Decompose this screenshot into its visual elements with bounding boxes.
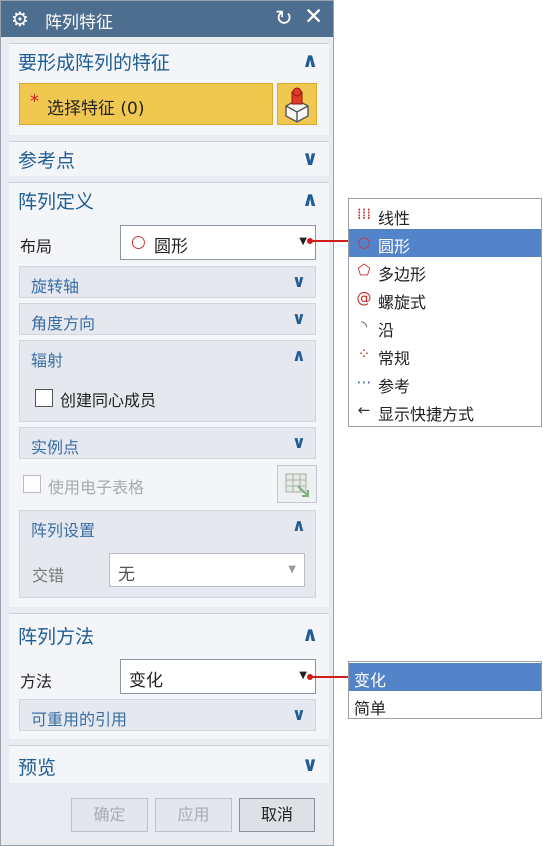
chevron-down-icon[interactable]: ∨ — [292, 705, 306, 725]
select-feature-button[interactable] — [277, 83, 317, 125]
dropdown-arrow-icon: ▼ — [299, 670, 307, 681]
stagger-value: 无 — [118, 565, 135, 585]
close-icon[interactable]: ✕ — [304, 4, 323, 30]
method-dropdown-menu: 变化 简单 — [348, 661, 542, 719]
stagger-label: 交错 — [32, 566, 65, 585]
preview-group — [9, 745, 329, 783]
select-feature-row[interactable]: * 选择特征 (0) — [19, 83, 273, 125]
required-marker: * — [30, 91, 39, 112]
method-leader-line — [310, 676, 350, 678]
dialog-title: 阵列特征 — [45, 13, 113, 33]
instance-points-title[interactable]: 实例点 — [31, 434, 79, 458]
layout-option-reference[interactable]: ⋯ 参考 — [349, 369, 541, 397]
layout-option-show-shortcuts[interactable]: ← 显示快捷方式 — [349, 397, 541, 425]
preview-section-title[interactable]: 预览 — [18, 753, 56, 780]
reference-icon: ⋯ — [356, 373, 372, 391]
method-option-simple[interactable]: 简单 — [349, 691, 541, 719]
chevron-up-icon[interactable]: ∧ — [292, 346, 306, 366]
angle-direction-title[interactable]: 角度方向 — [31, 310, 95, 334]
spreadsheet-checkbox[interactable] — [23, 475, 41, 493]
cancel-button[interactable]: 取消 — [239, 798, 315, 832]
method-option-variational[interactable]: 变化 — [349, 663, 541, 691]
dropdown-arrow-icon: ▼ — [299, 236, 307, 247]
array-settings-title[interactable]: 阵列设置 — [31, 517, 95, 541]
layout-dropdown-menu: ⁞⁞⁞ 线性 ○ 圆形 ⬠ 多边形 @ 螺旋式 ◝ 沿 ⁘ 常规 ⋯ 参考 ← … — [348, 198, 542, 427]
linear-grid-icon: ⁞⁞⁞ — [356, 205, 372, 223]
gear-icon[interactable]: ⚙ — [11, 7, 29, 31]
layout-option-general[interactable]: ⁘ 常规 — [349, 341, 541, 369]
chevron-down-icon[interactable]: ∨ — [302, 752, 318, 776]
layout-option-polygon[interactable]: ⬠ 多边形 — [349, 257, 541, 285]
method-section-title[interactable]: 阵列方法 — [18, 622, 94, 649]
ok-button[interactable]: 确定 — [71, 798, 148, 832]
layout-option-linear[interactable]: ⁞⁞⁞ 线性 — [349, 201, 541, 229]
chevron-up-icon[interactable]: ∧ — [292, 516, 306, 536]
definition-section-title[interactable]: 阵列定义 — [18, 187, 94, 214]
polygon-icon: ⬠ — [357, 261, 371, 279]
layout-leader-line — [310, 240, 350, 242]
concentric-members-checkbox[interactable] — [35, 389, 53, 407]
apply-button[interactable]: 应用 — [155, 798, 232, 832]
radiate-title[interactable]: 辐射 — [31, 347, 63, 371]
chevron-down-icon[interactable]: ∨ — [292, 433, 306, 453]
spreadsheet-icon — [285, 473, 309, 497]
layout-value: 圆形 — [154, 237, 188, 257]
method-dropdown[interactable]: 变化 ▼ — [120, 659, 316, 694]
reusable-refs-title[interactable]: 可重用的引用 — [31, 706, 127, 730]
feature-select-icon — [285, 87, 309, 123]
features-section-title[interactable]: 要形成阵列的特征 — [18, 48, 170, 75]
layout-option-along[interactable]: ◝ 沿 — [349, 313, 541, 341]
concentric-members-label: 创建同心成员 — [60, 391, 157, 410]
spreadsheet-label: 使用电子表格 — [48, 478, 145, 497]
method-leader-dot — [307, 674, 313, 680]
reference-section-title[interactable]: 参考点 — [18, 146, 75, 173]
chevron-up-icon[interactable]: ∧ — [302, 187, 318, 211]
general-icon: ⁘ — [357, 345, 371, 363]
layout-option-circular[interactable]: ○ 圆形 — [349, 229, 541, 257]
method-value: 变化 — [129, 671, 163, 691]
dropdown-arrow-icon: ▼ — [288, 564, 296, 575]
along-curve-icon: ◝ — [361, 317, 367, 335]
circular-icon: ○ — [131, 232, 146, 252]
chevron-up-icon[interactable]: ∧ — [302, 48, 318, 72]
pattern-feature-dialog: ⚙ 阵列特征 ↻ ✕ 要形成阵列的特征 ∧ * 选择特征 (0) 参考点 ∨ 阵… — [0, 0, 334, 846]
method-label: 方法 — [20, 672, 53, 691]
layout-label: 布局 — [20, 237, 53, 256]
chevron-down-icon[interactable]: ∨ — [292, 272, 306, 292]
layout-dropdown[interactable]: ○ 圆形 ▼ — [120, 225, 316, 260]
chevron-up-icon[interactable]: ∧ — [302, 622, 318, 646]
rotation-axis-title[interactable]: 旋转轴 — [31, 273, 79, 297]
layout-option-spiral[interactable]: @ 螺旋式 — [349, 285, 541, 313]
select-feature-label: 选择特征 (0) — [47, 99, 145, 119]
chevron-down-icon[interactable]: ∨ — [292, 309, 306, 329]
reset-icon[interactable]: ↻ — [275, 6, 293, 30]
stagger-dropdown[interactable]: 无 ▼ — [109, 553, 305, 587]
spreadsheet-button[interactable] — [277, 465, 317, 503]
dialog-titlebar: ⚙ 阵列特征 ↻ ✕ — [1, 1, 333, 37]
chevron-down-icon[interactable]: ∨ — [302, 146, 318, 170]
spiral-icon: @ — [356, 289, 372, 307]
layout-leader-dot — [307, 238, 313, 244]
shortcut-arrow-icon: ← — [357, 401, 371, 419]
circular-icon: ○ — [357, 233, 371, 251]
